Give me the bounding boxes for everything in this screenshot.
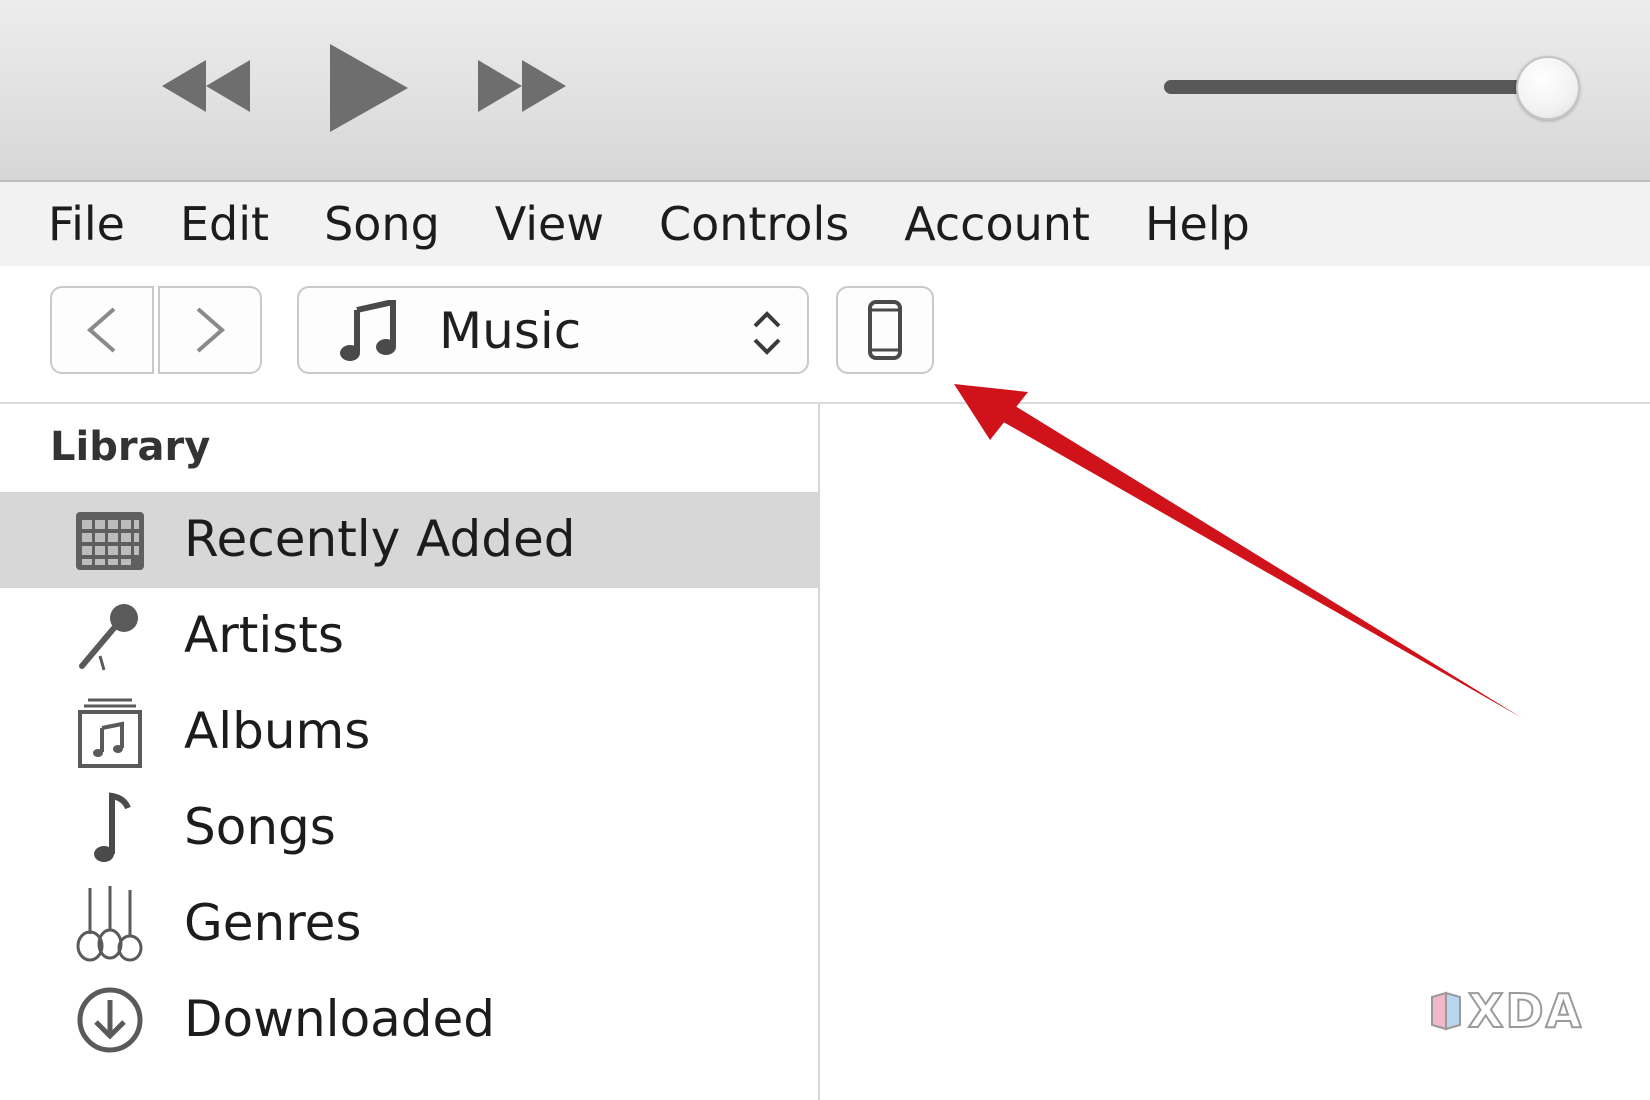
menu-help[interactable]: Help (1145, 197, 1250, 251)
sidebar-item-label: Albums (184, 702, 371, 760)
sidebar-item-label: Artists (184, 606, 344, 664)
xda-logo-icon (1431, 991, 1461, 1031)
menu-view[interactable]: View (495, 197, 604, 251)
menu-controls[interactable]: Controls (659, 197, 849, 251)
sidebar-item-label: Downloaded (184, 990, 496, 1048)
menu-file[interactable]: File (48, 197, 125, 251)
forward-button[interactable] (158, 286, 262, 374)
back-button[interactable] (50, 286, 154, 374)
microphone-icon (79, 604, 138, 671)
menu-song[interactable]: Song (324, 197, 440, 251)
play-button[interactable] (326, 40, 412, 136)
menu-edit[interactable]: Edit (180, 197, 269, 251)
rewind-button[interactable] (160, 56, 254, 116)
library-heading: Library (50, 424, 211, 470)
iphone-icon (868, 300, 902, 360)
sidebar-item-albums[interactable]: Albums (0, 684, 818, 780)
watermark-text: XDA (1467, 983, 1584, 1039)
media-type-label: Music (439, 302, 582, 360)
menu-bar: File Edit Song View Controls Account Hel… (0, 182, 1650, 266)
rewind-icon (162, 60, 250, 112)
sidebar-item-downloaded[interactable]: Downloaded (0, 972, 818, 1068)
xda-watermark: XDA (1428, 983, 1584, 1039)
sidebar-item-songs[interactable]: Songs (0, 780, 818, 876)
chevron-right-icon (196, 307, 226, 353)
chevron-up-down-icon (753, 311, 781, 355)
menu-account[interactable]: Account (904, 197, 1090, 251)
player-bar (0, 0, 1650, 182)
device-button[interactable] (836, 286, 934, 374)
library-sidebar: Library Recently Added Artists Albums So… (0, 404, 820, 1100)
volume-track (1164, 80, 1534, 94)
sidebar-item-genres[interactable]: Genres (0, 876, 818, 972)
recently-added-icon (76, 512, 144, 570)
fast-forward-icon (478, 60, 566, 112)
play-icon (330, 44, 408, 132)
music-note-icon (94, 792, 131, 862)
sidebar-item-label: Genres (184, 894, 362, 952)
sidebar-item-label: Recently Added (184, 510, 576, 568)
volume-thumb[interactable] (1515, 56, 1580, 120)
fast-forward-button[interactable] (474, 56, 568, 116)
download-icon (77, 987, 143, 1053)
toolbar: Music (0, 266, 1650, 404)
sidebar-item-label: Songs (184, 798, 336, 856)
volume-slider[interactable] (1164, 56, 1584, 122)
chevron-left-icon (86, 307, 116, 353)
sidebar-item-recently-added[interactable]: Recently Added (0, 492, 818, 588)
music-note-icon (340, 300, 396, 361)
media-type-select[interactable]: Music (297, 286, 809, 374)
album-icon (78, 698, 142, 768)
guitars-icon (76, 886, 143, 962)
sidebar-item-artists[interactable]: Artists (0, 588, 818, 684)
